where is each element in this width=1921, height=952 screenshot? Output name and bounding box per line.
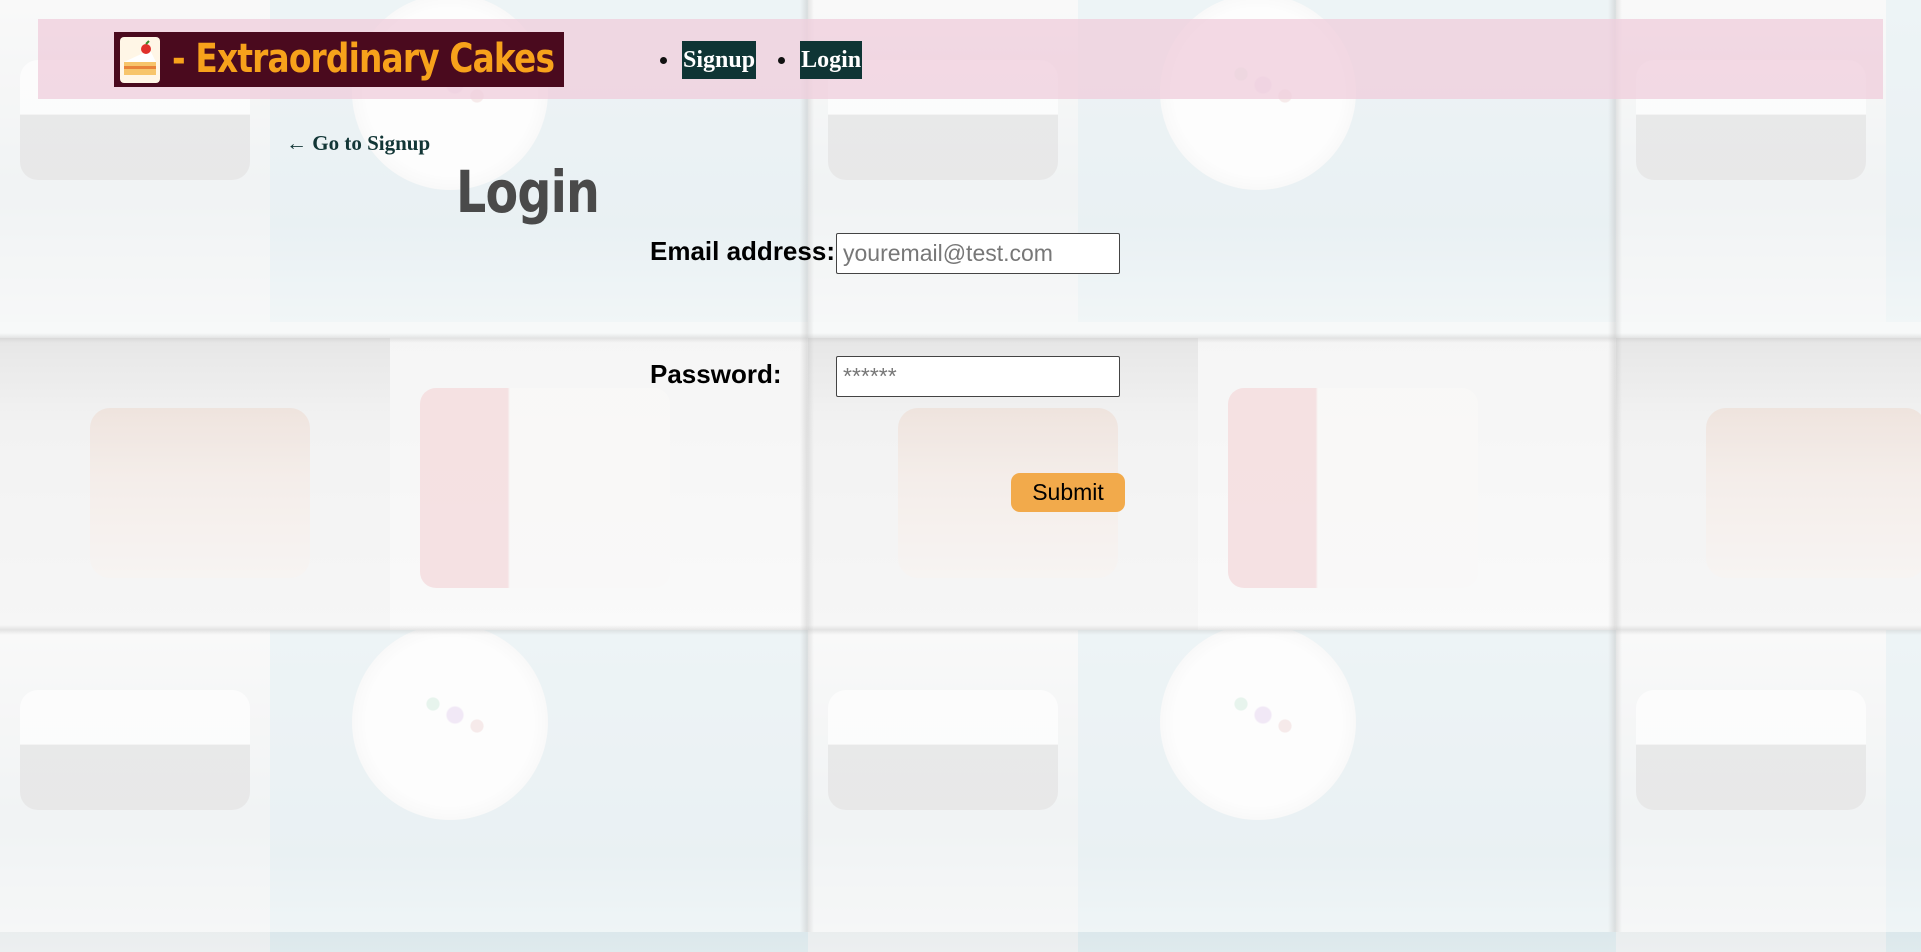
submit-button[interactable]: Submit xyxy=(1011,473,1125,512)
bullet-icon xyxy=(660,56,667,64)
password-label: Password: xyxy=(650,359,782,389)
brand-banner[interactable]: - Extraordinary Cakes xyxy=(114,32,564,87)
nav-item-signup: Signup xyxy=(660,41,757,79)
email-label: Email address: xyxy=(650,236,835,266)
nav-item-login: Login xyxy=(778,41,863,79)
nav-link-signup[interactable]: Signup xyxy=(682,41,757,79)
navbar: - Extraordinary Cakes Signup Login xyxy=(38,19,1883,99)
bullet-icon xyxy=(778,56,786,64)
page-title: Login xyxy=(456,158,600,226)
email-field[interactable] xyxy=(836,233,1120,274)
nav-list: Signup Login xyxy=(660,41,884,79)
go-to-signup-link[interactable]: ← Go to Signup xyxy=(286,131,430,156)
nav-link-login[interactable]: Login xyxy=(800,41,863,79)
password-field[interactable] xyxy=(836,356,1120,397)
cake-slice-icon xyxy=(120,36,160,83)
brand-title: - Extraordinary Cakes xyxy=(172,36,555,82)
